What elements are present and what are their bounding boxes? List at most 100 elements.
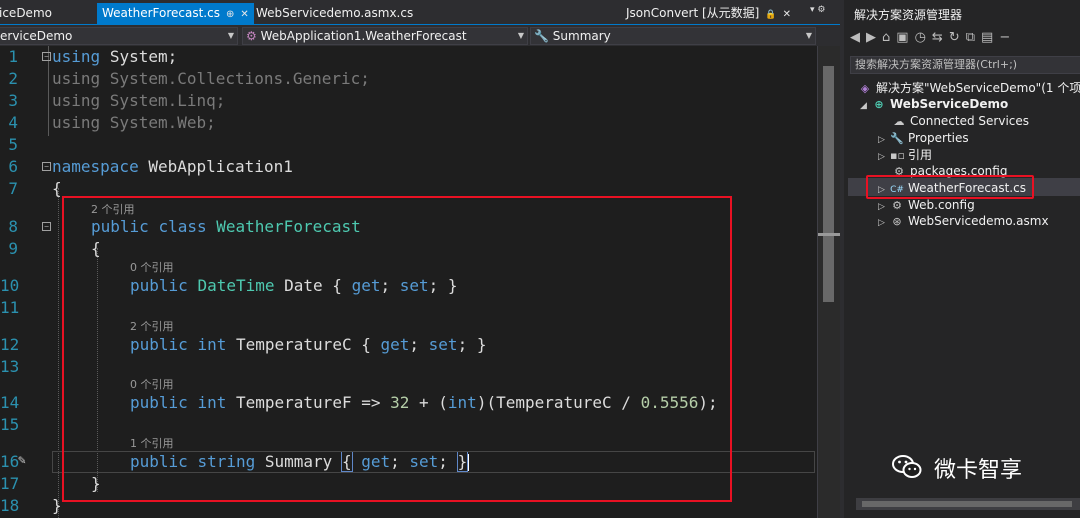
tree-node-label: Properties bbox=[908, 131, 969, 145]
tab-overflow-menu-icon[interactable]: ▾ ⚙ bbox=[810, 5, 825, 15]
collapsed-arrow-icon[interactable]: ▷ bbox=[878, 149, 890, 166]
home-icon[interactable]: ⌂ bbox=[882, 30, 890, 45]
code-text: using System.Linq; bbox=[52, 91, 226, 110]
project-dropdown[interactable]: erviceDemo ▼ bbox=[0, 27, 238, 45]
vertical-scrollbar[interactable] bbox=[817, 46, 840, 518]
web-project-icon: ⊕ bbox=[874, 98, 884, 111]
code-text: } bbox=[52, 496, 62, 515]
line-number: 16 bbox=[0, 452, 20, 471]
line-number: 9 bbox=[8, 239, 18, 258]
keyword: using bbox=[52, 47, 101, 66]
line-number: 5 bbox=[8, 135, 18, 154]
line-number: 2 bbox=[8, 69, 18, 88]
collapse-icon[interactable]: − bbox=[42, 52, 51, 61]
tree-node-label: 引用 bbox=[908, 148, 933, 162]
member-dropdown-value: Summary bbox=[552, 29, 611, 43]
scrollbar-thumb[interactable] bbox=[862, 501, 1072, 507]
code-text: using System.Collections.Generic; bbox=[52, 69, 370, 88]
tab-webservicedemo-asmx-cs[interactable]: WebServicedemo.asmx.cs bbox=[251, 3, 418, 24]
solution-explorer-toolbar: ◀ ▶ ⌂ ▣ ◷ ⇆ ↻ ⧉ ▤ − bbox=[850, 30, 1016, 52]
tab-jsonconvert[interactable]: JsonConvert [从元数据] 🔒 ✕ bbox=[621, 3, 796, 24]
config-file-icon: ⚙ bbox=[892, 199, 902, 212]
line-number: 1 bbox=[8, 47, 18, 66]
line-number: 6 bbox=[8, 157, 18, 176]
line-number: 18 bbox=[0, 496, 20, 515]
tree-node-label: WebServicedemo.asmx bbox=[908, 214, 1049, 228]
tab-label: iceDemo bbox=[0, 6, 52, 20]
history-icon[interactable]: ◷ bbox=[915, 30, 926, 45]
code-line-4: 4 using System.Web; bbox=[0, 112, 815, 134]
line-number: 11 bbox=[0, 298, 20, 317]
line-number: 12 bbox=[0, 335, 20, 354]
panel-title: 解决方案资源管理器 bbox=[854, 8, 963, 22]
forward-icon[interactable]: ▶ bbox=[866, 30, 876, 45]
tab-weatherforecast-cs[interactable]: WeatherForecast.cs ⊕ ✕ bbox=[97, 3, 254, 24]
scrollbar-position-marker bbox=[818, 233, 840, 236]
code-text: { bbox=[52, 179, 62, 198]
code-line-5: 5 bbox=[0, 134, 815, 156]
tree-node-label: WebServiceDemo bbox=[890, 97, 1009, 111]
tree-connected-services[interactable]: ☁ Connected Services bbox=[892, 113, 1030, 130]
chevron-down-icon: ▼ bbox=[805, 31, 812, 40]
pencil-icon: ✎ bbox=[18, 453, 26, 468]
line-number: 7 bbox=[8, 179, 18, 198]
pin-icon[interactable]: ⊕ bbox=[226, 9, 234, 20]
code-line-1: 1 − using System; bbox=[0, 46, 815, 68]
solution-explorer-panel: 解决方案资源管理器 ◀ ▶ ⌂ ▣ ◷ ⇆ ↻ ⧉ ▤ − 搜索解决方案资源管理器(Ctrl+;)… bbox=[840, 0, 1080, 518]
collapsed-arrow-icon[interactable]: ▷ bbox=[878, 215, 890, 232]
line-number: 4 bbox=[8, 113, 18, 132]
tab-label: WebServicedemo.asmx.cs bbox=[256, 6, 414, 20]
chevron-down-icon: ▼ bbox=[517, 31, 524, 40]
document-tab-bar: iceDemo WeatherForecast.cs ⊕ ✕ WebServiced… bbox=[0, 0, 840, 24]
code-line-2: 2 using System.Collections.Generic; bbox=[0, 68, 815, 90]
tree-project-node[interactable]: ◢ ⊕ WebServiceDemo bbox=[860, 96, 1008, 113]
back-icon[interactable]: ◀ bbox=[850, 30, 860, 45]
connected-services-icon: ☁ bbox=[893, 115, 905, 128]
solution-search-input[interactable]: 搜索解决方案资源管理器(Ctrl+;) bbox=[850, 56, 1080, 74]
tree-properties[interactable]: ▷ 🔧 Properties bbox=[878, 130, 969, 147]
horizontal-scrollbar[interactable] bbox=[856, 498, 1080, 510]
tree-node-label: Web.config bbox=[908, 198, 975, 212]
code-text: using System.Web; bbox=[52, 113, 216, 132]
sync-icon[interactable]: ⇆ bbox=[932, 30, 943, 45]
collapse-all-icon[interactable]: ⧉ bbox=[966, 30, 975, 45]
close-icon[interactable]: ✕ bbox=[240, 9, 248, 20]
navigation-bar: erviceDemo ▼ ⚙ WebApplication1.WeatherFor… bbox=[0, 24, 840, 67]
line-number: 8 bbox=[8, 217, 18, 236]
lock-icon: 🔒 bbox=[765, 10, 777, 20]
code-editor[interactable]: iceDemo WeatherForecast.cs ⊕ ✕ WebServiced… bbox=[0, 0, 840, 518]
code-line-6: 6 − namespace WebApplication1 bbox=[0, 156, 815, 178]
line-number: 14 bbox=[0, 393, 20, 412]
line-number: 3 bbox=[8, 91, 18, 110]
tree-node-label: Connected Services bbox=[910, 114, 1030, 128]
tab-servicedemo[interactable]: iceDemo bbox=[0, 3, 57, 24]
tree-node-label: 解决方案"WebServiceDemo"(1 个项目 bbox=[876, 81, 1080, 95]
tree-web-config[interactable]: ▷ ⚙ Web.config bbox=[878, 197, 975, 214]
line-number: 17 bbox=[0, 474, 20, 493]
class-dropdown-value: WebApplication1.WeatherForecast bbox=[260, 29, 467, 43]
wrench-icon: 🔧 bbox=[890, 132, 904, 145]
tab-label: JsonConvert [从元数据] bbox=[626, 6, 760, 20]
references-icon: ▪▫ bbox=[890, 149, 905, 162]
line-number: 10 bbox=[0, 276, 20, 295]
scrollbar-thumb[interactable] bbox=[823, 66, 834, 302]
collapse-icon[interactable]: − bbox=[42, 162, 51, 171]
expanded-arrow-icon[interactable]: ◢ bbox=[860, 98, 872, 115]
refresh-icon[interactable]: ↻ bbox=[949, 30, 960, 45]
tree-references[interactable]: ▷ ▪▫ 引用 bbox=[878, 147, 932, 164]
selected-file-highlight-box bbox=[866, 175, 1034, 199]
class-icon: ⚙ bbox=[246, 29, 257, 43]
tree-solution-node[interactable]: ◈ 解决方案"WebServiceDemo"(1 个项目 bbox=[858, 80, 1080, 97]
settings-icon[interactable]: − bbox=[999, 30, 1010, 45]
code-line-3: 3 using System.Linq; bbox=[0, 90, 815, 112]
member-dropdown[interactable]: 🔧 Summary ▼ bbox=[530, 27, 816, 45]
class-dropdown[interactable]: ⚙ WebApplication1.WeatherForecast ▼ bbox=[242, 27, 528, 45]
show-all-files-icon[interactable]: ▤ bbox=[981, 30, 993, 45]
wrench-icon: 🔧 bbox=[534, 29, 549, 43]
tab-label: WeatherForecast.cs bbox=[102, 6, 220, 20]
tree-webservicedemo-asmx[interactable]: ▷ ⊛ WebServicedemo.asmx bbox=[878, 213, 1049, 230]
switch-views-icon[interactable]: ▣ bbox=[896, 30, 908, 45]
close-icon[interactable]: ✕ bbox=[783, 9, 791, 20]
collapse-icon[interactable]: − bbox=[42, 222, 51, 231]
line-number: 13 bbox=[0, 357, 20, 376]
